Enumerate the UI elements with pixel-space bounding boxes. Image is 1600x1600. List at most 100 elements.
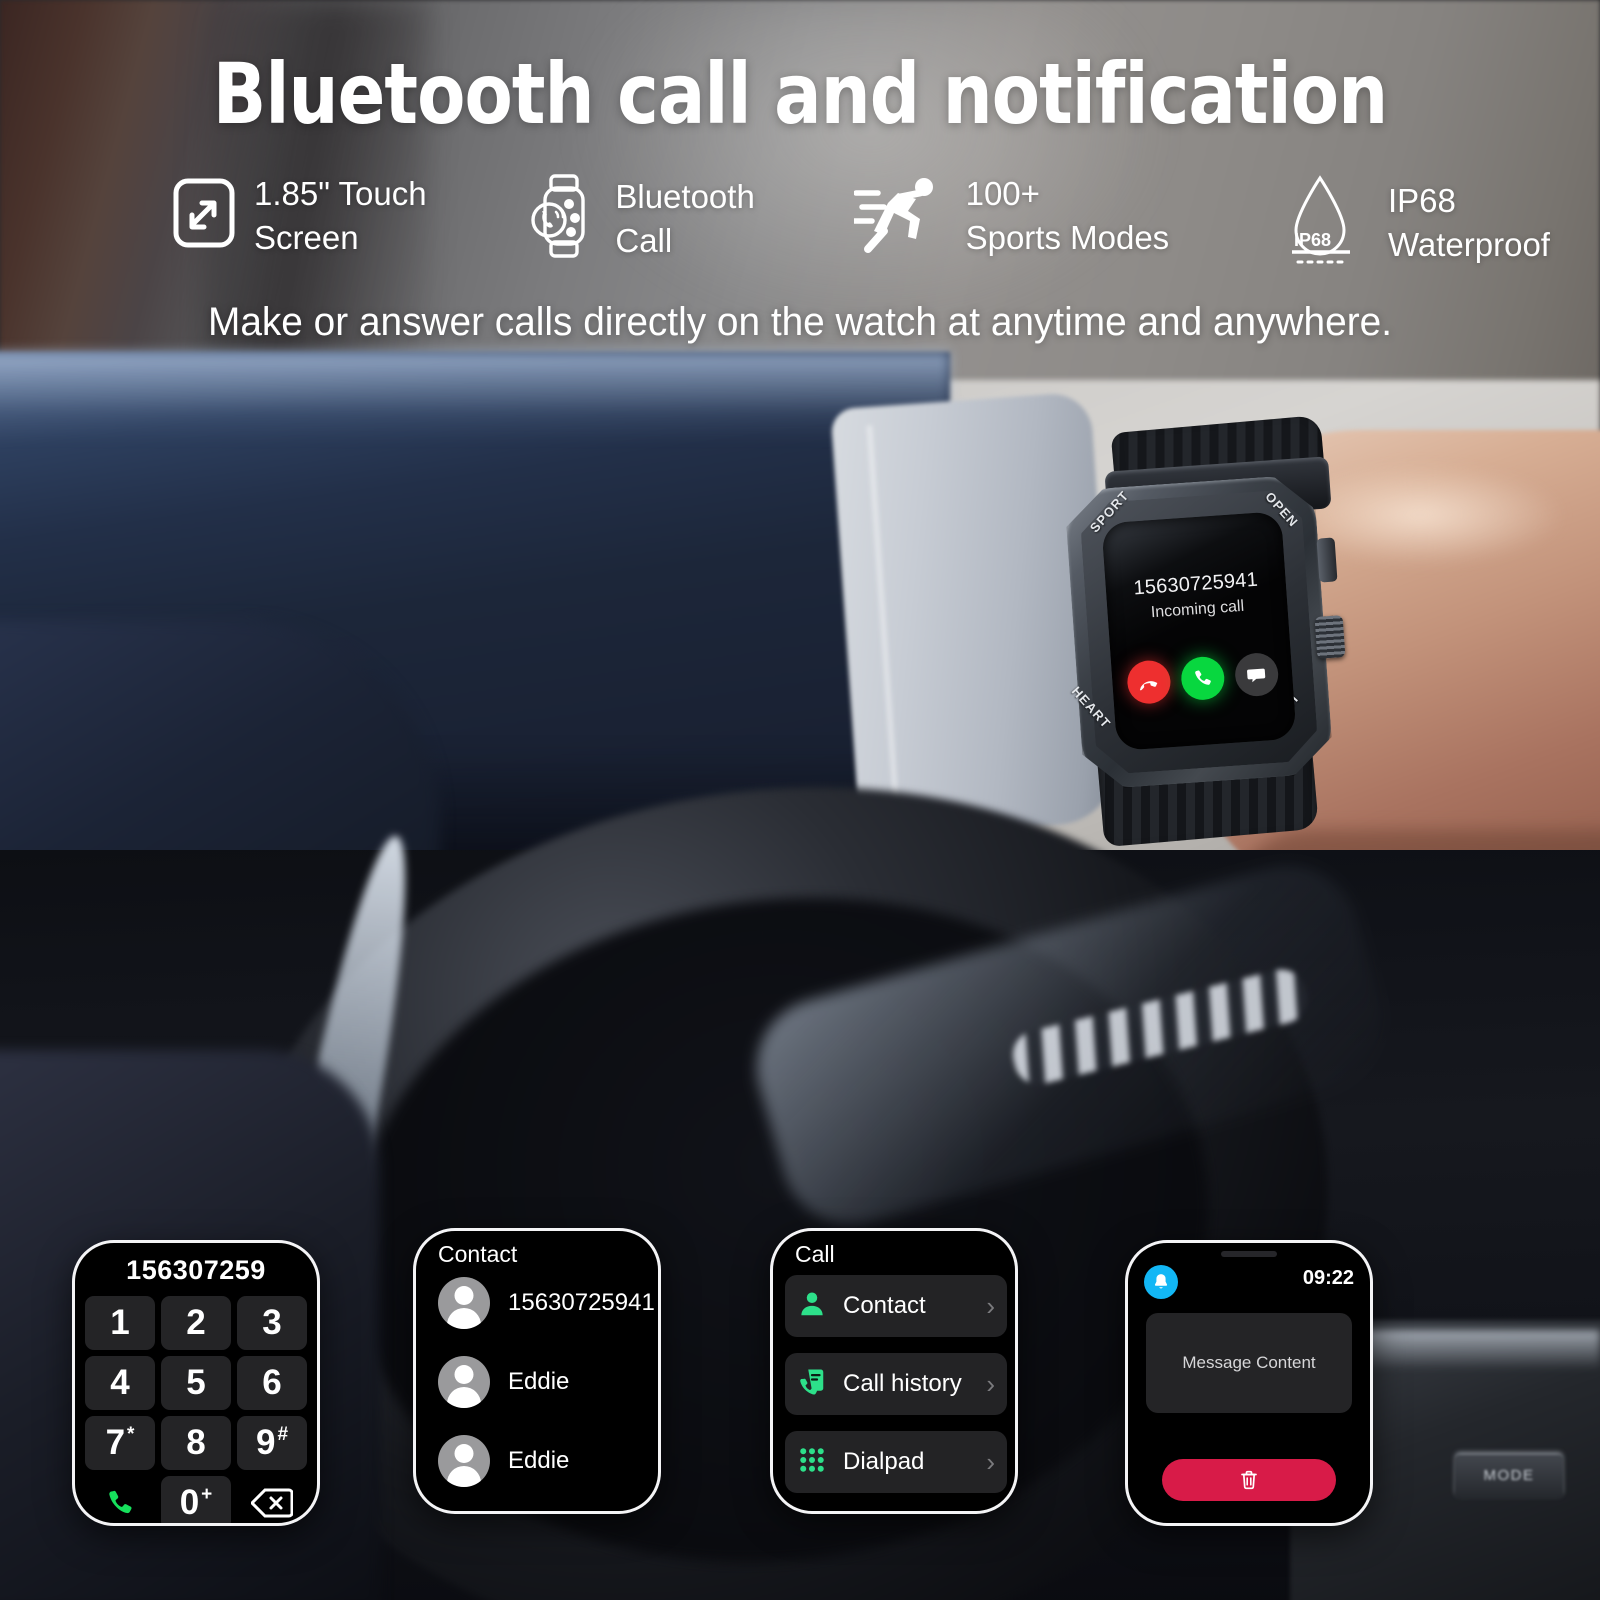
dialpad-key-1[interactable]: 1: [85, 1296, 155, 1350]
bell-icon: [1144, 1265, 1178, 1299]
sleeve-highlight: [0, 352, 950, 442]
feature-line-1: IP68: [1387, 181, 1456, 219]
contact-name: Eddie: [508, 1368, 570, 1395]
call-menu-item-history[interactable]: Call history ›: [785, 1353, 1007, 1415]
contact-name: 15630725941: [508, 1289, 655, 1316]
accept-call-button[interactable]: [1179, 655, 1226, 702]
feature-waterproof-label: IP68 Waterproof: [1388, 179, 1550, 266]
watch-screen-incoming-call[interactable]: 15630725941 Incoming call: [1101, 510, 1297, 752]
dialpad-display: 156307259: [126, 1255, 266, 1285]
dialpad-grid-icon: [797, 1445, 827, 1480]
feature-list: 1.85" Touch Screen Bluetooth Call 100+ S…: [170, 172, 1550, 273]
feature-line-1: 1.85" Touch: [254, 175, 427, 212]
page-subtitle: Make or answer calls directly on the wat…: [208, 300, 1392, 344]
dialpad-key-6[interactable]: 6: [237, 1356, 307, 1410]
screen-dialpad[interactable]: 156307259 1 2 3 4 5 6 7 * 8 9 # 0 +: [72, 1240, 320, 1526]
message-content-text: Message Content: [1182, 1353, 1316, 1372]
feature-line-2: Sports Modes: [965, 218, 1170, 256]
contact-list-item[interactable]: 15630725941: [438, 1277, 655, 1329]
avatar-icon: [438, 1277, 490, 1329]
phone-icon: [109, 1490, 132, 1514]
dialpad-key-7[interactable]: 7 *: [85, 1416, 155, 1470]
backspace-icon: [251, 1488, 293, 1518]
key-digit: 1: [110, 1303, 130, 1342]
call-menu-label: Dialpad: [843, 1448, 925, 1475]
chevron-right-icon: ›: [986, 1446, 995, 1477]
key-sup: #: [277, 1424, 289, 1445]
watch-ui-screens: 156307259 1 2 3 4 5 6 7 * 8 9 # 0 + Cont…: [0, 1228, 1600, 1528]
key-digit: 0: [179, 1483, 200, 1522]
call-menu-label: Contact: [843, 1292, 926, 1319]
key-digit: 8: [186, 1423, 206, 1462]
dialpad-key-4[interactable]: 4: [85, 1356, 155, 1410]
avatar-icon: [438, 1435, 490, 1487]
chevron-right-icon: ›: [986, 1290, 995, 1321]
dialpad-keys: 1 2 3 4 5 6 7 * 8 9 # 0 +: [85, 1296, 307, 1523]
watch-phone-icon: [525, 172, 599, 265]
call-menu-label: Call history: [843, 1370, 962, 1397]
dialpad-call-button[interactable]: [85, 1476, 155, 1523]
message-reply-button[interactable]: [1233, 651, 1280, 698]
contact-screen-title: Contact: [438, 1241, 518, 1267]
dialpad-key-0[interactable]: 0 +: [161, 1476, 231, 1523]
speech-bubble-icon: [1247, 668, 1266, 682]
screen-call-menu[interactable]: Call Contact › Call history › Dialpad ›: [770, 1228, 1018, 1514]
feature-sports-modes: 100+ Sports Modes: [850, 172, 1170, 259]
feature-touch-screen-label: 1.85" Touch Screen: [254, 172, 427, 259]
key-digit: 2: [186, 1303, 206, 1342]
key-sup: *: [127, 1424, 135, 1445]
watch-side-button[interactable]: [1316, 537, 1338, 583]
feature-bluetooth-call-label: Bluetooth Call: [615, 175, 754, 262]
delete-message-button[interactable]: [1162, 1459, 1336, 1501]
phone-icon: [1194, 670, 1211, 685]
contact-list-item[interactable]: Eddie: [438, 1435, 569, 1487]
trash-icon: [1241, 1470, 1257, 1490]
dialpad-key-2[interactable]: 2: [161, 1296, 231, 1350]
key-digit: 9: [255, 1423, 276, 1462]
decline-call-button[interactable]: [1125, 659, 1172, 706]
runner-icon: [850, 173, 950, 258]
water-drop-icon: IP68: [1268, 172, 1372, 273]
feature-sports-modes-label: 100+ Sports Modes: [966, 172, 1170, 259]
dialpad-key-9[interactable]: 9 #: [237, 1416, 307, 1470]
dialpad-key-3[interactable]: 3: [237, 1296, 307, 1350]
phone-down-icon: [1139, 680, 1158, 690]
call-log-icon: [797, 1367, 827, 1402]
expand-screen-icon: [170, 175, 238, 256]
feature-line-2: Call: [615, 221, 673, 259]
dialpad-backspace-button[interactable]: [237, 1476, 307, 1523]
key-digit: 3: [262, 1303, 282, 1342]
notification-time: 09:22: [1302, 1267, 1354, 1289]
feature-touch-screen: 1.85" Touch Screen: [170, 172, 427, 259]
feature-line-1: 100+: [965, 175, 1040, 212]
call-menu-item-contact[interactable]: Contact ›: [785, 1275, 1007, 1337]
smartwatch-on-wrist: SPORT OPEN HEART WATCH 15630725941 Incom…: [1048, 415, 1348, 848]
contact-list-item[interactable]: Eddie: [438, 1356, 569, 1408]
call-screen-title: Call: [795, 1241, 835, 1267]
feature-line-2: Waterproof: [1387, 225, 1550, 263]
watch-crown[interactable]: [1314, 615, 1346, 659]
dialpad-key-5[interactable]: 5: [161, 1356, 231, 1410]
screen-contact-list[interactable]: Contact 15630725941 Eddie Eddie: [413, 1228, 661, 1514]
contact-name: Eddie: [508, 1447, 570, 1474]
key-digit: 7: [105, 1423, 126, 1462]
incoming-call-actions: [1111, 651, 1294, 706]
chevron-right-icon: ›: [986, 1368, 995, 1399]
dialpad-key-8[interactable]: 8: [161, 1416, 231, 1470]
svg-text:IP68: IP68: [1294, 230, 1331, 250]
feature-line-1: Bluetooth: [615, 177, 755, 215]
key-sup: +: [201, 1484, 213, 1505]
speaker-notch: [1221, 1251, 1277, 1257]
person-icon: [797, 1289, 827, 1324]
feature-bluetooth-call: Bluetooth Call: [525, 172, 755, 265]
key-digit: 4: [110, 1363, 130, 1402]
key-digit: 5: [186, 1363, 206, 1402]
screen-message-notification[interactable]: 09:22 Message Content: [1125, 1240, 1373, 1526]
avatar-icon: [438, 1356, 490, 1408]
page-title: Bluetooth call and notification: [212, 45, 1388, 143]
feature-waterproof: IP68 IP68 Waterproof: [1268, 172, 1550, 273]
call-menu-item-dialpad[interactable]: Dialpad ›: [785, 1431, 1007, 1493]
feature-line-2: Screen: [254, 218, 359, 256]
message-content-card: Message Content: [1146, 1313, 1352, 1413]
key-digit: 6: [262, 1363, 282, 1402]
